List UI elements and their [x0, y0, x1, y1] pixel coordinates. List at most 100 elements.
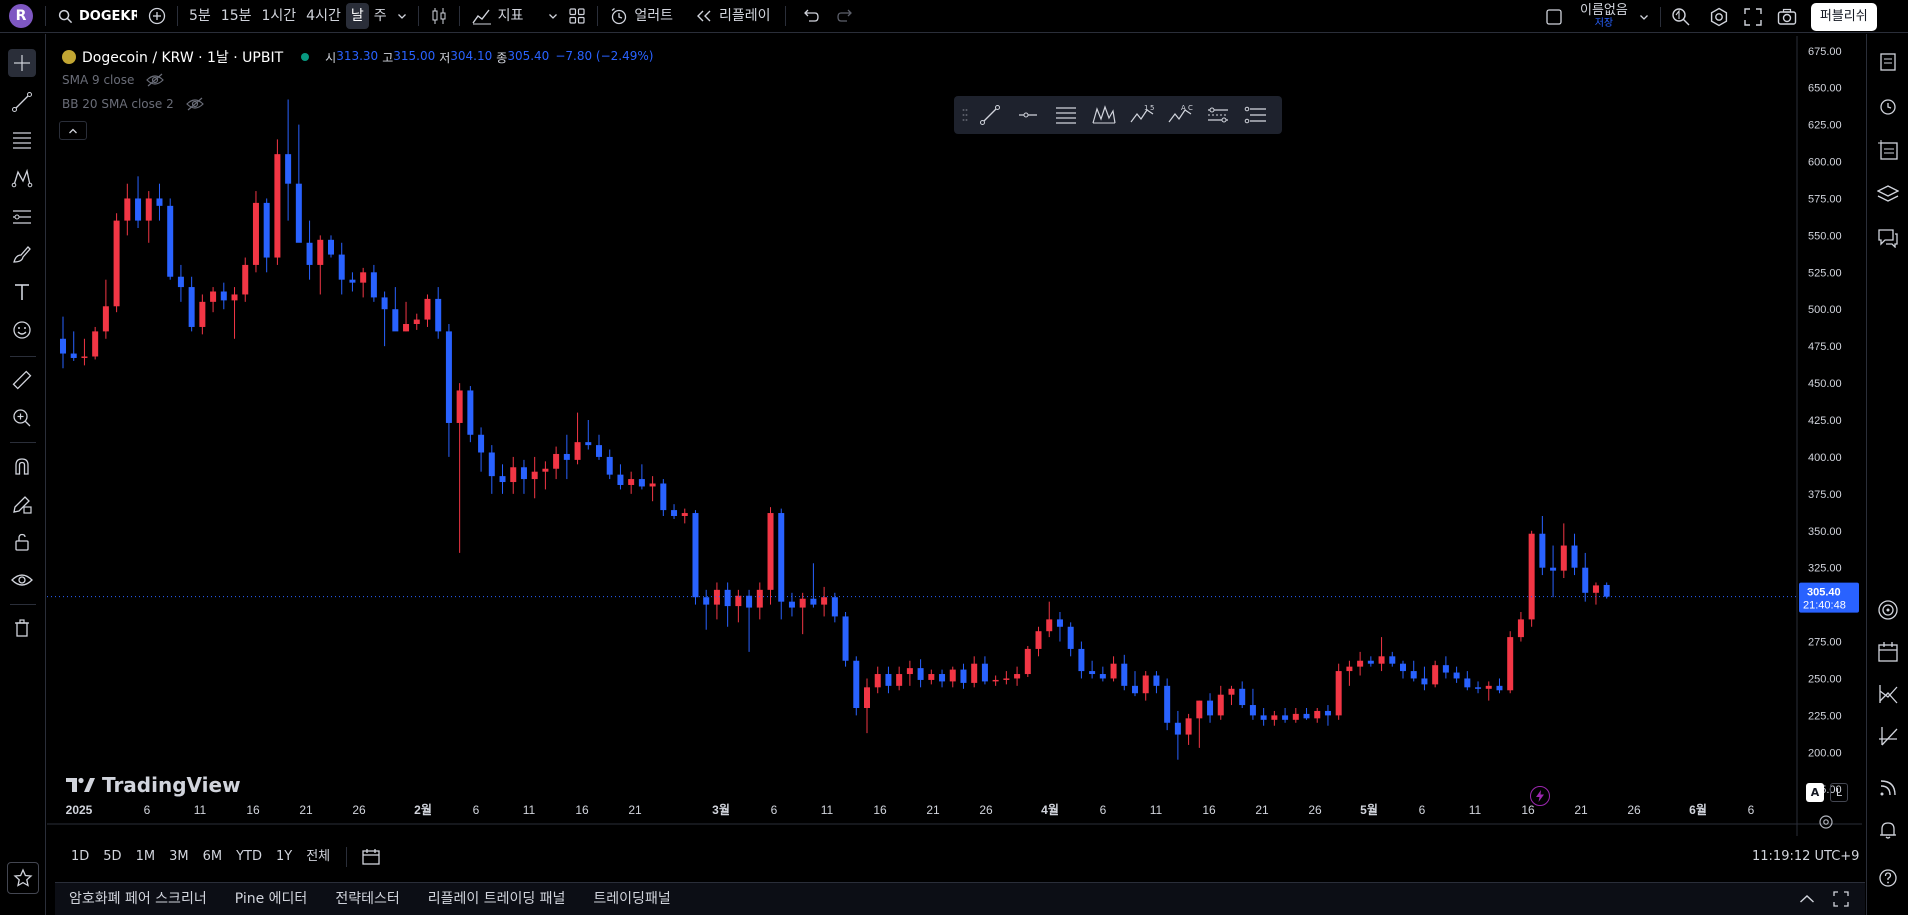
chats-button[interactable] — [1874, 224, 1902, 252]
float-range-button[interactable] — [1200, 99, 1236, 131]
tab-trading-panel[interactable]: 트레이딩패널 — [579, 886, 684, 912]
collapse-panel-button[interactable] — [1793, 885, 1821, 913]
interval-week[interactable]: 주 — [369, 3, 392, 29]
calendar-button[interactable] — [1874, 638, 1902, 666]
range-5d[interactable]: 5D — [97, 844, 127, 870]
object-tree-button[interactable] — [1874, 136, 1902, 164]
go-to-date-button[interactable] — [357, 843, 385, 871]
interval-dropdown[interactable] — [392, 2, 412, 30]
float-abc-button[interactable]: AC — [1162, 99, 1198, 131]
tab-crypto-screener[interactable]: 암호화폐 페어 스크리너 — [55, 886, 221, 912]
float-pattern-button[interactable] — [1086, 99, 1122, 131]
float-channel-button[interactable] — [1048, 99, 1084, 131]
auto-scale-button[interactable]: A — [1806, 783, 1824, 802]
hotlist-button[interactable] — [1874, 596, 1902, 624]
range-ytd[interactable]: YTD — [230, 844, 268, 870]
candle-body — [917, 668, 924, 680]
candle-body — [135, 198, 142, 221]
pattern-tool[interactable] — [8, 164, 36, 192]
range-1d[interactable]: 1D — [65, 844, 95, 870]
interval-1h[interactable]: 1시간 — [257, 3, 302, 29]
layout-dropdown[interactable] — [1634, 3, 1654, 31]
chart-type-button[interactable] — [425, 2, 453, 30]
compare-add-button[interactable] — [143, 2, 171, 30]
legend-sma[interactable]: SMA 9 close — [62, 73, 165, 87]
redo-button[interactable] — [832, 2, 860, 30]
quick-search-button[interactable] — [1667, 3, 1695, 31]
eye-hidden-icon[interactable] — [185, 97, 204, 111]
layout-select-button[interactable] — [1540, 3, 1568, 31]
candle-body — [1164, 685, 1171, 723]
magnet-tool[interactable] — [8, 452, 36, 480]
favorites-button[interactable] — [7, 862, 39, 894]
hide-drawings-tool[interactable] — [8, 566, 36, 594]
interval-15m[interactable]: 15분 — [216, 3, 257, 29]
indicators-button[interactable]: 지표 — [466, 3, 530, 29]
tab-pine-editor[interactable]: Pine 에디터 — [221, 886, 322, 912]
avatar[interactable]: R — [9, 4, 33, 28]
text-icon — [12, 282, 32, 302]
text-tool[interactable] — [8, 278, 36, 306]
stay-in-drawing-tool[interactable] — [8, 490, 36, 518]
range-all[interactable]: 전체 — [300, 844, 336, 870]
price-chart[interactable]: 675.00 650.00 625.00 600.00 575.00 550.00 525.… — [47, 36, 1862, 836]
symbol-search[interactable]: DOGEKRW — [52, 9, 143, 24]
maximize-panel-button[interactable] — [1827, 885, 1855, 913]
legend-bb[interactable]: BB 20 SMA close 2 — [62, 97, 204, 111]
news-bolt-button[interactable] — [1530, 786, 1550, 806]
candle-body — [1539, 533, 1546, 568]
tab-strategy-tester[interactable]: 전략테스터 — [321, 886, 413, 912]
float-trendline-button[interactable] — [972, 99, 1008, 131]
fib-tool[interactable] — [8, 126, 36, 154]
interval-day[interactable]: 날 — [345, 3, 369, 29]
range-1y[interactable]: 1Y — [270, 844, 298, 870]
undo-button[interactable] — [796, 2, 824, 30]
range-1m[interactable]: 1M — [130, 844, 162, 870]
replay-button[interactable]: 리플레이 — [687, 3, 779, 29]
snapshot-button[interactable] — [1773, 3, 1801, 31]
interval-5m[interactable]: 5분 — [184, 3, 216, 29]
layers-button[interactable] — [1874, 180, 1902, 208]
axis-settings-button[interactable] — [1818, 814, 1834, 830]
float-hline-button[interactable] — [1010, 99, 1046, 131]
crosshair-tool[interactable] — [8, 49, 36, 77]
ideas-button[interactable] — [1874, 680, 1902, 708]
tab-replay-trading[interactable]: 리플레이 트레이딩 패널 — [414, 886, 580, 912]
legend-collapse-button[interactable] — [59, 121, 87, 140]
help-button[interactable] — [1874, 864, 1902, 892]
settings-button[interactable] — [1705, 3, 1733, 31]
watchlist-button[interactable] — [1874, 48, 1902, 76]
layout-name-block[interactable]: 이름없음 저장 — [1580, 4, 1628, 30]
streams-button[interactable] — [1874, 774, 1902, 802]
symbol-title[interactable]: Dogecoin / KRW · 1날 · UPBIT — [82, 47, 283, 67]
float-more-button[interactable] — [1238, 99, 1274, 131]
float-elliott-button[interactable]: 15 — [1124, 99, 1160, 131]
log-scale-button[interactable]: L — [1830, 783, 1848, 802]
zoom-in-tool[interactable] — [8, 404, 36, 432]
trendline-tool[interactable] — [8, 88, 36, 116]
pine-button[interactable] — [1874, 722, 1902, 750]
templates-button[interactable] — [563, 2, 591, 30]
interval-4h[interactable]: 4시간 — [301, 3, 346, 29]
candle-body — [1271, 715, 1278, 720]
alerts-panel-button[interactable] — [1874, 92, 1902, 120]
trendline-icon — [11, 91, 33, 113]
measure-tool[interactable] — [8, 366, 36, 394]
publish-button[interactable]: 퍼블리쉬 — [1810, 2, 1877, 31]
fullscreen-button[interactable] — [1739, 3, 1767, 31]
notifications-button[interactable] — [1874, 816, 1902, 844]
clock-timezone[interactable]: 11:19:12 UTC+9 — [1752, 849, 1859, 864]
drag-handle[interactable] — [960, 105, 970, 125]
indicators-dropdown[interactable] — [543, 2, 563, 30]
range-6m[interactable]: 6M — [197, 844, 229, 870]
candle-body — [381, 297, 388, 310]
range-3m[interactable]: 3M — [163, 844, 195, 870]
emoji-tool[interactable] — [8, 316, 36, 344]
alert-button[interactable]: 얼러트 — [604, 3, 679, 29]
brush-tool[interactable] — [8, 240, 36, 268]
lock-drawings-tool[interactable] — [8, 528, 36, 556]
forecast-icon — [11, 205, 33, 227]
remove-drawings-tool[interactable] — [8, 614, 36, 642]
prediction-tool[interactable] — [8, 202, 36, 230]
eye-hidden-icon[interactable] — [146, 73, 165, 87]
